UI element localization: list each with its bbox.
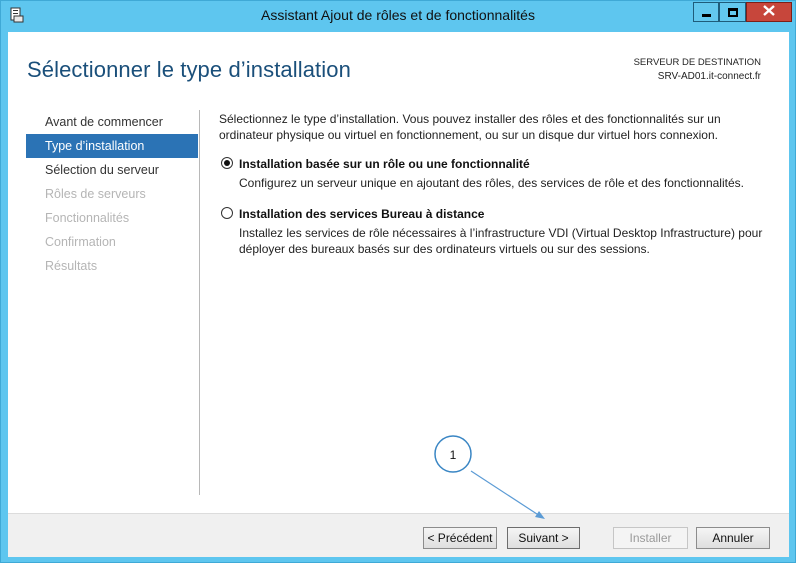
main-content: Sélectionnez le type d’installation. Vou… bbox=[219, 111, 764, 257]
close-icon bbox=[763, 5, 775, 19]
option-remote-desktop[interactable]: Installation des services Bureau à dista… bbox=[219, 206, 764, 257]
intro-text: Sélectionnez le type d’installation. Vou… bbox=[219, 112, 721, 142]
radio-role-based[interactable] bbox=[221, 157, 233, 169]
nav-item-fonctionnalites: Fonctionnalités bbox=[45, 211, 130, 225]
nav-item-confirmation: Confirmation bbox=[45, 235, 116, 249]
nav-item-avant-de-commencer[interactable]: Avant de commencer bbox=[26, 110, 198, 134]
nav-item-roles-serveurs: Rôles de serveurs bbox=[45, 187, 146, 201]
nav-item-resultats: Résultats bbox=[45, 259, 98, 273]
option-description: Configurez un serveur unique en ajoutant… bbox=[239, 176, 744, 190]
option-title: Installation des services Bureau à dista… bbox=[239, 207, 485, 221]
maximize-button[interactable] bbox=[719, 2, 746, 22]
title-bar[interactable]: Assistant Ajout de rôles et de fonctionn… bbox=[1, 1, 795, 31]
nav-item-type-installation[interactable]: Type d’installation bbox=[26, 134, 198, 158]
minimize-button[interactable] bbox=[693, 2, 719, 22]
wizard-window: Assistant Ajout de rôles et de fonctionn… bbox=[0, 0, 796, 563]
option-description: Installez les services de rôle nécessair… bbox=[239, 226, 763, 256]
install-button: Installer bbox=[613, 527, 688, 549]
minimize-icon bbox=[701, 13, 711, 17]
next-button[interactable]: Suivant > bbox=[507, 527, 580, 549]
destination-server-name: SRV-AD01.it-connect.fr bbox=[657, 71, 761, 82]
cancel-button[interactable]: Annuler bbox=[696, 527, 770, 549]
destination-label: SERVEUR DE DESTINATION bbox=[633, 57, 761, 68]
nav-divider bbox=[199, 110, 200, 495]
maximize-icon bbox=[727, 7, 738, 17]
close-button[interactable] bbox=[746, 2, 792, 22]
wizard-client-area: Sélectionner le type d’installation SERV… bbox=[8, 32, 789, 557]
previous-button[interactable]: < Précédent bbox=[423, 527, 497, 549]
option-role-based[interactable]: Installation basée sur un rôle ou une fo… bbox=[219, 156, 764, 191]
wizard-footer: < Précédent Suivant > Installer Annuler bbox=[8, 513, 789, 557]
radio-remote-desktop[interactable] bbox=[221, 207, 233, 219]
destination-server-info: SERVEUR DE DESTINATION SRV-AD01.it-conne… bbox=[634, 56, 761, 84]
nav-item-selection-serveur[interactable]: Sélection du serveur bbox=[26, 158, 198, 182]
page-title: Sélectionner le type d’installation bbox=[27, 57, 351, 82]
window-title: Assistant Ajout de rôles et de fonctionn… bbox=[261, 7, 535, 23]
wizard-step-nav: Avant de commencer Type d’installation S… bbox=[26, 110, 198, 278]
option-title: Installation basée sur un rôle ou une fo… bbox=[239, 157, 530, 171]
